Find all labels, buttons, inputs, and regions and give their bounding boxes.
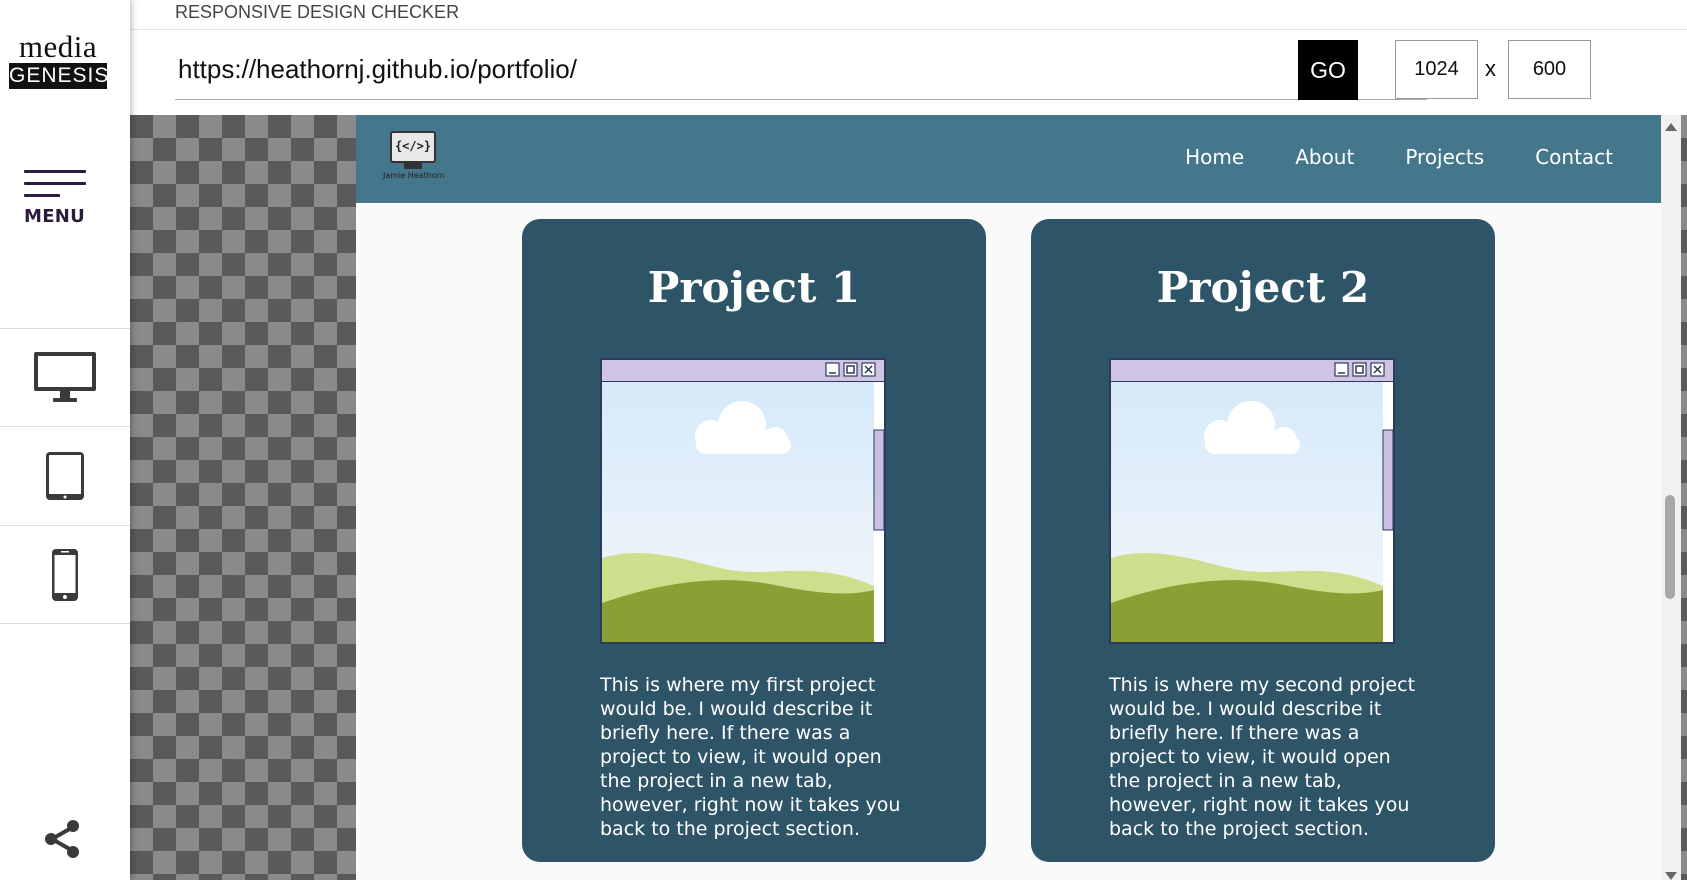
nav-link-contact[interactable]: Contact [1535,145,1613,169]
tablet-icon [46,452,84,500]
logo-text-top: media [18,29,98,64]
nav-link-home[interactable]: Home [1185,145,1244,169]
height-input[interactable] [1508,40,1591,99]
share-icon [45,820,79,858]
preview-frame[interactable]: {</>} Jamie Heathorn Home About Projects… [356,115,1661,880]
phone-icon [52,548,78,601]
menu-label: MENU [24,206,86,227]
site-logo-name: Jamie Heathorn [383,171,445,180]
media-genesis-logo[interactable]: media GENESIS [9,29,110,89]
preview-scrollbar[interactable] [1661,115,1681,880]
desktop-monitor-icon [34,352,96,402]
hamburger-icon [24,170,86,197]
device-tablet-button[interactable] [0,426,130,525]
project-image-placeholder [600,358,886,644]
toolbar: RESPONSIVE DESIGN CHECKER GO x [130,0,1687,115]
project-card-2[interactable]: Project 2 This is where my second projec… [1031,219,1495,862]
nav-link-projects[interactable]: Projects [1405,145,1484,169]
project-card-1[interactable]: Project 1 This is where my first project… [522,219,986,862]
scrollbar-thumb[interactable] [1665,495,1675,599]
scroll-down-arrow-icon[interactable] [1665,872,1677,880]
project-description: This is where my second project would be… [1109,674,1416,840]
site-nav-links: Home About Projects Contact [1185,145,1613,169]
project-title: Project 2 [1156,263,1370,312]
share-button[interactable] [42,818,84,865]
code-monitor-icon: {</>} [390,131,436,163]
width-input[interactable] [1395,40,1478,99]
device-phone-button[interactable] [0,525,130,624]
menu-button[interactable]: MENU [24,170,86,227]
dimension-separator: x [1485,56,1496,81]
project-title: Project 1 [647,263,861,312]
project-image-placeholder [1109,358,1395,644]
site-navbar: {</>} Jamie Heathorn Home About Projects… [356,115,1661,203]
url-input[interactable] [175,40,1427,100]
device-desktop-button[interactable] [0,328,130,427]
app-title: RESPONSIVE DESIGN CHECKER [175,2,460,22]
toolbar-divider [130,29,1687,30]
scroll-up-arrow-icon[interactable] [1665,123,1677,131]
sidebar: media GENESIS MENU [0,0,130,880]
nav-link-about[interactable]: About [1295,145,1354,169]
go-button[interactable]: GO [1298,40,1358,100]
logo-text-bottom: GENESIS [9,63,110,89]
project-description: This is where my first project would be.… [600,674,901,840]
site-logo[interactable]: {</>} Jamie Heathorn [383,131,445,180]
